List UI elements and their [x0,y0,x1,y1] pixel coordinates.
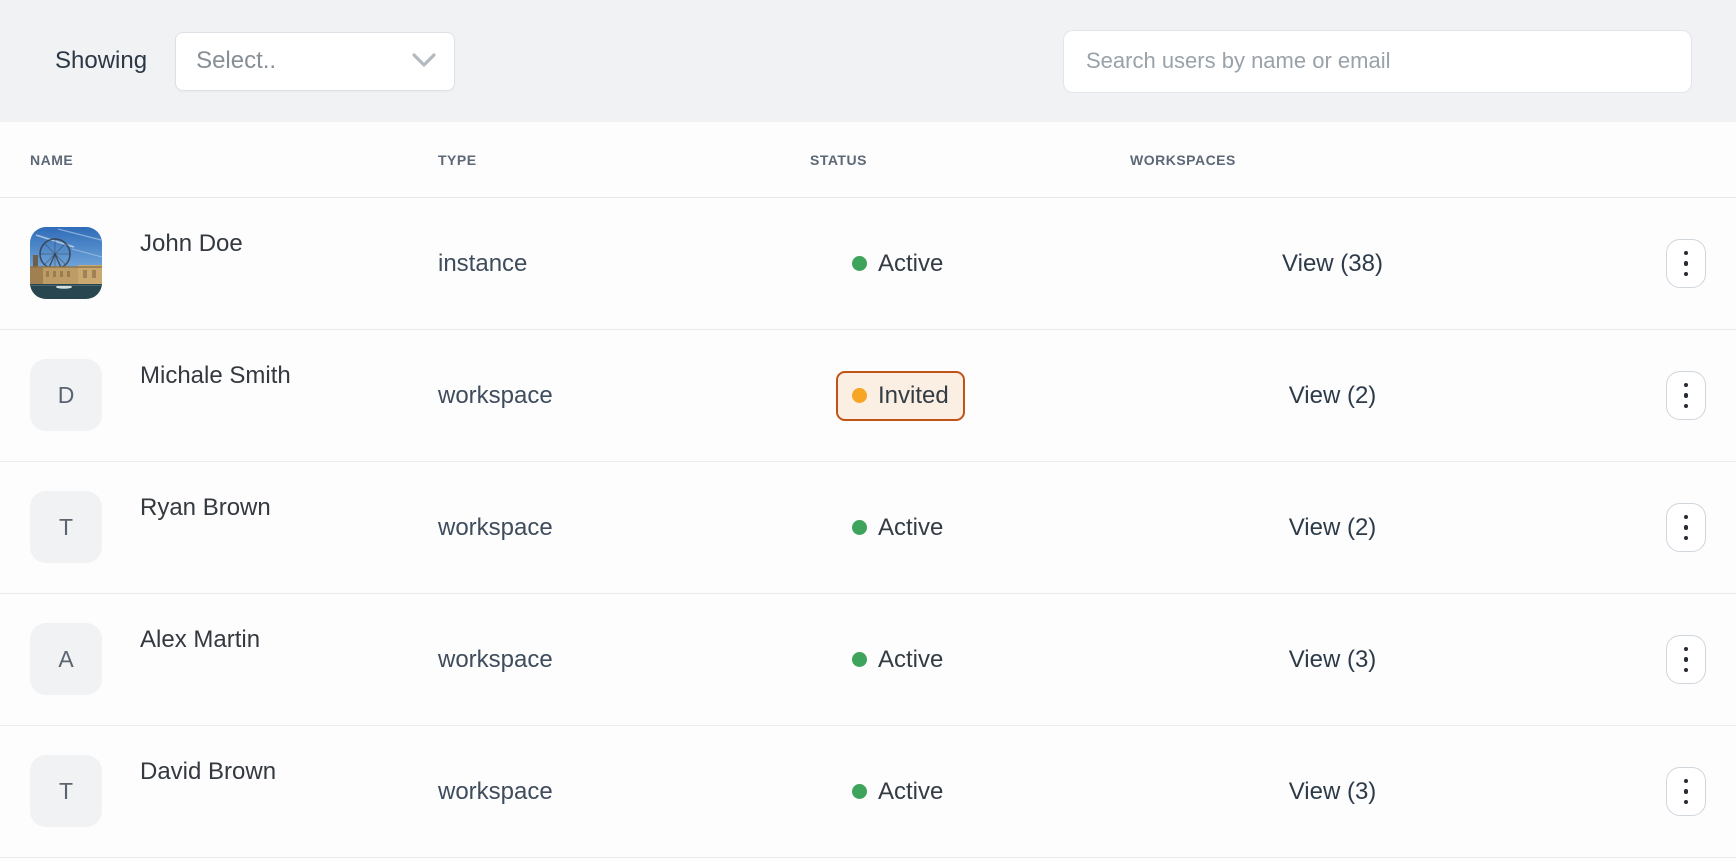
type-value: instance [438,249,528,277]
status-dot-icon [852,388,867,403]
name-cell: John Doe [30,198,438,329]
table-row: D Michale Smith workspace Invited View (… [0,330,1736,462]
status-label: Active [878,777,944,805]
name-cell: T David Brown [30,726,438,857]
showing-label: Showing [55,47,148,74]
user-name: Alex Martin [140,626,261,653]
chevron-down-icon [412,53,436,67]
table-header: NAME TYPE STATUS WORKSPACES [0,122,1736,198]
column-header-workspaces: WORKSPACES [1130,151,1236,168]
workspaces-view-link[interactable]: View (38) [1282,250,1383,277]
status-label: Active [878,645,944,673]
status-dot-icon [852,652,867,667]
type-value: workspace [438,777,553,805]
workspaces-cell: View (3) [1130,646,1535,674]
letter-avatar: A [30,623,102,695]
actions-cell [1535,635,1706,684]
workspaces-view-link[interactable]: View (3) [1289,778,1377,805]
avatar-letter: T [58,513,74,540]
kebab-menu-icon [1683,778,1689,784]
status-chip: Active [836,239,959,289]
workspaces-cell: View (38) [1130,250,1535,278]
letter-avatar: D [30,359,102,431]
type-value: workspace [438,513,553,541]
table-row: John Doe instance Active View (38) [0,198,1736,330]
filter-select[interactable]: Select.. [175,31,456,91]
actions-cell [1535,767,1706,816]
row-menu-button[interactable] [1666,503,1706,552]
status-dot-icon [852,520,867,535]
name-cell: A Alex Martin [30,594,438,725]
avatar-letter: D [57,381,75,408]
kebab-menu-icon [1683,646,1689,652]
user-name: David Brown [140,758,277,785]
column-header-type: TYPE [438,151,477,168]
status-dot-icon [852,784,867,799]
name-cell: D Michale Smith [30,330,438,461]
toolbar: Showing Select.. [0,0,1736,122]
row-menu-button[interactable] [1666,239,1706,288]
user-name: Ryan Brown [140,494,271,521]
row-menu-button[interactable] [1666,767,1706,816]
table-row: A Alex Martin workspace Active View (3) [0,594,1736,726]
status-cell: Active [810,503,1130,553]
table-row: T David Brown workspace Active View (3) [0,726,1736,858]
row-menu-button[interactable] [1666,635,1706,684]
london-eye-photo [30,227,102,299]
row-menu-button[interactable] [1666,371,1706,420]
filter-select-value: Select.. [196,47,277,74]
actions-cell [1535,239,1706,288]
table-row: T Ryan Brown workspace Active View (2) [0,462,1736,594]
status-chip: Active [836,635,959,685]
actions-cell [1535,503,1706,552]
workspaces-view-link[interactable]: View (2) [1289,382,1377,409]
user-name: John Doe [140,230,243,257]
avatar-letter: T [58,777,74,804]
status-chip: Active [836,503,959,553]
workspaces-view-link[interactable]: View (3) [1289,646,1377,673]
type-value: workspace [438,645,553,673]
workspaces-cell: View (2) [1130,514,1535,542]
user-avatar-photo [30,227,102,299]
kebab-menu-icon [1683,382,1689,388]
status-cell: Invited [810,370,1130,421]
name-cell: T Ryan Brown [30,462,438,593]
status-label: Invited [878,381,949,409]
kebab-menu-icon [1683,250,1689,256]
status-chip: Active [836,767,959,817]
column-header-name: NAME [30,151,74,168]
workspaces-cell: View (2) [1130,382,1535,410]
user-name: Michale Smith [140,362,291,389]
column-header-status: STATUS [810,151,867,168]
status-label: Active [878,513,944,541]
workspaces-view-link[interactable]: View (2) [1289,514,1377,541]
workspaces-cell: View (3) [1130,778,1535,806]
actions-cell [1535,371,1706,420]
status-chip: Invited [836,370,965,421]
search-input[interactable] [1063,29,1692,93]
user-table-body: John Doe instance Active View (38) D Mic… [0,198,1736,858]
status-label: Active [878,249,944,277]
avatar-letter: A [58,645,74,672]
status-dot-icon [852,256,867,271]
type-value: workspace [438,381,553,409]
status-cell: Active [810,239,1130,289]
letter-avatar: T [30,755,102,827]
kebab-menu-icon [1683,514,1689,520]
status-cell: Active [810,767,1130,817]
status-cell: Active [810,635,1130,685]
letter-avatar: T [30,491,102,563]
